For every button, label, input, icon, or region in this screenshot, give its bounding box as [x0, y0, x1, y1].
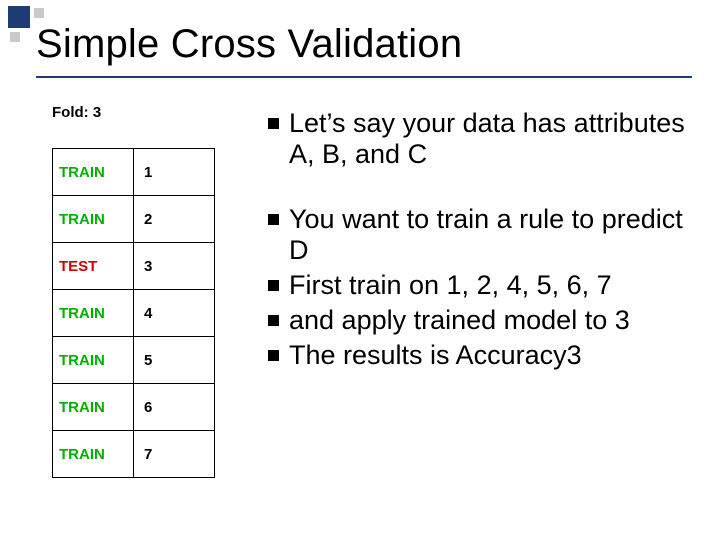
table-row: TRAIN 6	[53, 384, 215, 431]
num-cell: 1	[134, 149, 215, 196]
num-cell: 4	[134, 290, 215, 337]
bullet-item: Let’s say your data has attributes A, B,…	[268, 108, 692, 170]
fold-table: TRAIN 1 TRAIN 2 TEST 3 TRAIN 4 TRAIN 5 T…	[52, 148, 215, 478]
role-cell: TRAIN	[53, 290, 134, 337]
role-cell: TRAIN	[53, 384, 134, 431]
num-cell: 3	[134, 243, 215, 290]
role-cell: TRAIN	[53, 149, 134, 196]
num-cell: 5	[134, 337, 215, 384]
square-bullet-icon	[268, 315, 279, 326]
table-row: TRAIN 1	[53, 149, 215, 196]
title-underline	[36, 76, 692, 78]
bullet-item: and apply trained model to 3	[268, 305, 692, 336]
bullet-text: The results is Accuracy3	[289, 340, 692, 371]
table-row: TEST 3	[53, 243, 215, 290]
slide: Simple Cross Validation Fold: 3 TRAIN 1 …	[0, 0, 720, 540]
role-cell: TRAIN	[53, 337, 134, 384]
bullet-item: You want to train a rule to predict D	[268, 204, 692, 266]
role-cell: TRAIN	[53, 431, 134, 478]
bullet-text: and apply trained model to 3	[289, 305, 692, 336]
role-cell: TEST	[53, 243, 134, 290]
bullet-text: Let’s say your data has attributes A, B,…	[289, 108, 692, 170]
bullet-text: You want to train a rule to predict D	[289, 204, 692, 266]
num-cell: 6	[134, 384, 215, 431]
bullet-item: First train on 1, 2, 4, 5, 6, 7	[268, 270, 692, 301]
slide-title: Simple Cross Validation	[36, 22, 700, 67]
bullet-text: First train on 1, 2, 4, 5, 6, 7	[289, 270, 692, 301]
table-row: TRAIN 4	[53, 290, 215, 337]
table-row: TRAIN 5	[53, 337, 215, 384]
fold-label: Fold: 3	[52, 104, 101, 121]
role-cell: TRAIN	[53, 196, 134, 243]
num-cell: 2	[134, 196, 215, 243]
square-bullet-icon	[268, 118, 279, 129]
bullet-item: The results is Accuracy3	[268, 340, 692, 371]
num-cell: 7	[134, 431, 215, 478]
table-row: TRAIN 7	[53, 431, 215, 478]
square-bullet-icon	[268, 214, 279, 225]
square-bullet-icon	[268, 280, 279, 291]
bullet-list: Let’s say your data has attributes A, B,…	[268, 108, 692, 375]
square-bullet-icon	[268, 350, 279, 361]
table-row: TRAIN 2	[53, 196, 215, 243]
